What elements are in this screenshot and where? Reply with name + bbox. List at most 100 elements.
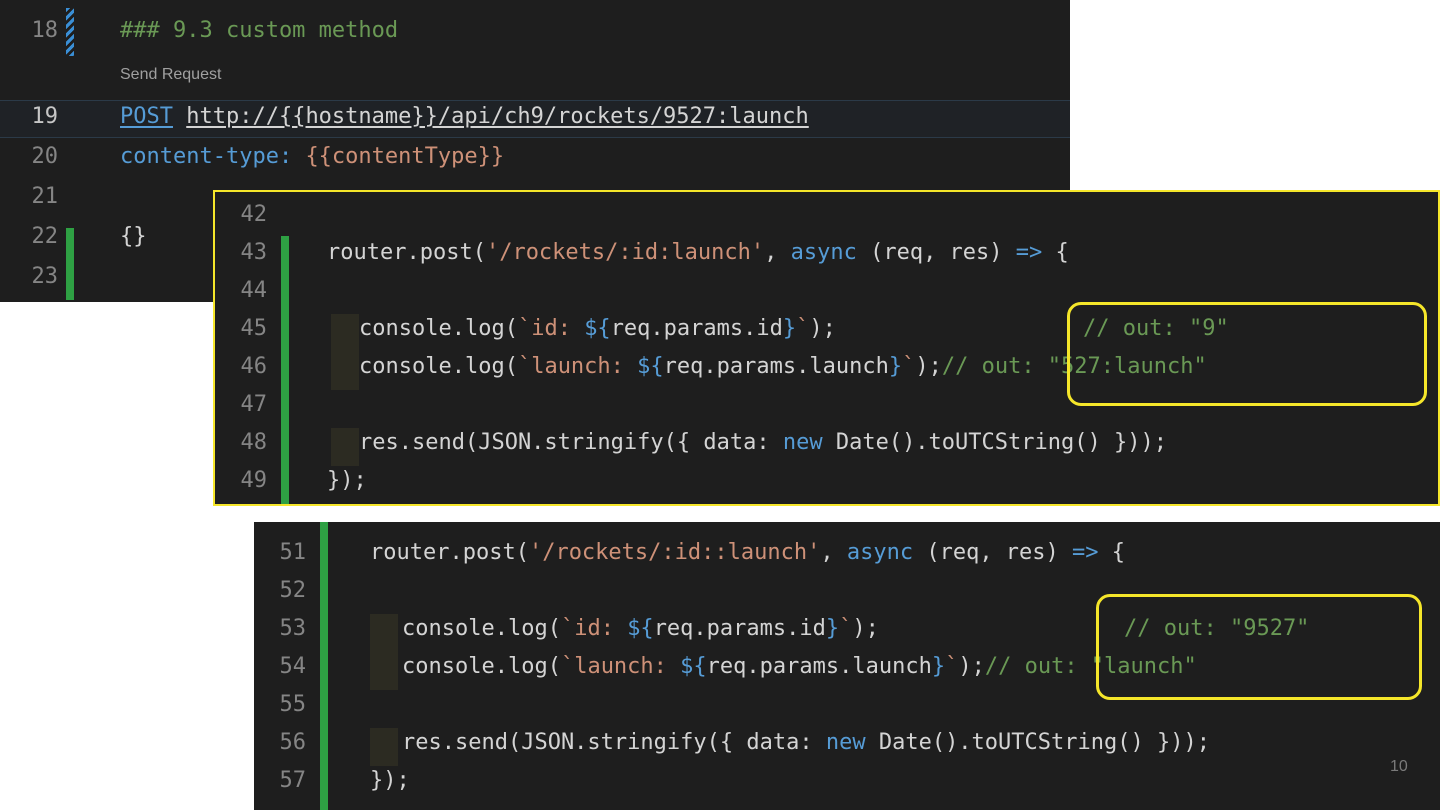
- interpolation-open: ${: [680, 654, 707, 679]
- http-method: POST: [120, 104, 173, 129]
- indent-guide: [370, 614, 398, 690]
- output-highlight-box: [1096, 594, 1422, 700]
- code-token: console.log(: [402, 654, 561, 679]
- keyword: new: [825, 730, 866, 755]
- output-highlight-box: [1067, 302, 1427, 406]
- code-token: );: [958, 654, 985, 679]
- interpolation-close: }: [782, 316, 797, 341]
- code-token: res.send(JSON.stringify({ data:: [359, 430, 783, 455]
- indent-guide: [331, 428, 359, 466]
- line-number: 55: [279, 692, 307, 717]
- line-number: 48: [240, 430, 268, 455]
- code-token: console.log(: [359, 316, 518, 341]
- line-number: 56: [279, 730, 307, 755]
- line-number: 21: [31, 184, 59, 209]
- interpolation-open: ${: [627, 616, 654, 641]
- keyword: new: [782, 430, 823, 455]
- code-token: {: [1098, 540, 1126, 565]
- template-string: `: [945, 654, 959, 679]
- line-number: 54: [279, 654, 307, 679]
- code-token: req.params.launch: [663, 354, 889, 379]
- code-line: res.send(JSON.stringify({ data: new Date…: [359, 430, 1167, 455]
- interpolation-open: ${: [637, 354, 664, 379]
- modified-bar: [66, 228, 74, 300]
- line-number: 52: [279, 578, 307, 603]
- request-url[interactable]: http://{{hostname}}/api/ch9/rockets/9527…: [186, 104, 809, 129]
- template-string: `id:: [517, 316, 585, 341]
- code-token: );: [915, 354, 942, 379]
- code-line: res.send(JSON.stringify({ data: new Date…: [402, 730, 1210, 755]
- code-line: console.log(`launch: ${req.params.launch…: [402, 654, 1197, 679]
- slide-number: 10: [1390, 758, 1408, 775]
- interpolation-close: }: [888, 354, 903, 379]
- line-number: 20: [31, 144, 59, 169]
- code-token: res.send(JSON.stringify({ data:: [402, 730, 826, 755]
- interpolation-close: }: [931, 654, 946, 679]
- indent-guide: [370, 728, 398, 766]
- code-token: Date().toUTCString() }));: [822, 430, 1167, 455]
- line-number: 19: [31, 104, 59, 129]
- line-number: 53: [279, 616, 307, 641]
- template-string: `: [902, 354, 916, 379]
- line-number: 44: [240, 278, 268, 303]
- line-number: 57: [279, 768, 307, 793]
- code-panel-double-colon: 51 router.post('/rockets/:id::launch', a…: [254, 522, 1440, 810]
- arrow-operator: =>: [1015, 240, 1043, 265]
- keyword: async: [846, 540, 914, 565]
- line-number: 49: [240, 468, 268, 493]
- route-path-string: '/rockets/:id:launch': [485, 240, 765, 265]
- arrow-operator: =>: [1072, 540, 1099, 565]
- template-string: `: [796, 316, 810, 341]
- line-number: 42: [240, 202, 268, 227]
- code-token: router.post(: [327, 240, 486, 265]
- code-line: router.post('/rockets/:id::launch', asyn…: [370, 540, 1125, 565]
- line-number: 23: [31, 264, 59, 289]
- modified-bar: [281, 236, 289, 504]
- template-string: `launch:: [517, 354, 638, 379]
- indent-guide: [331, 314, 359, 390]
- request-title-comment: ### 9.3 custom method: [120, 18, 399, 43]
- code-line: router.post('/rockets/:id:launch', async…: [327, 240, 1069, 265]
- code-token: {: [1042, 240, 1069, 265]
- line-number: 43: [240, 240, 268, 265]
- header-line: content-type: {{contentType}}: [120, 144, 504, 169]
- code-token: console.log(: [359, 354, 518, 379]
- header-value: {{contentType}}: [305, 144, 505, 169]
- code-token: router.post(: [370, 540, 529, 565]
- code-panel-single-colon: 42 43 router.post('/rockets/:id:launch',…: [213, 190, 1440, 506]
- route-path-string: '/rockets/:id::launch': [528, 540, 821, 565]
- code-token: req.params.id: [653, 616, 826, 641]
- request-line: POST http://{{hostname}}/api/ch9/rockets…: [120, 104, 809, 129]
- code-token: (req, res): [913, 540, 1073, 565]
- interpolation-close: }: [825, 616, 840, 641]
- line-number: 22: [31, 224, 59, 249]
- code-token: console.log(: [402, 616, 561, 641]
- template-string: `id:: [560, 616, 628, 641]
- code-token: req.params.id: [610, 316, 783, 341]
- code-line: });: [327, 468, 367, 493]
- code-token: );: [852, 616, 879, 641]
- code-line: });: [370, 768, 410, 793]
- code-token: req.params.launch: [706, 654, 932, 679]
- template-string: `: [839, 616, 853, 641]
- line-number: 46: [240, 354, 268, 379]
- keyword: async: [790, 240, 857, 265]
- header-key: content-type:: [120, 144, 293, 169]
- code-line: console.log(`id: ${req.params.id}`);: [402, 616, 879, 641]
- code-token: ,: [764, 240, 791, 265]
- code-token: ,: [820, 540, 847, 565]
- modified-hatch-marker: [66, 8, 74, 56]
- code-token: Date().toUTCString() }));: [865, 730, 1210, 755]
- modified-bar: [320, 522, 328, 810]
- line-number: 45: [240, 316, 268, 341]
- send-request-link[interactable]: Send Request: [120, 66, 221, 84]
- line-number: 18: [31, 18, 59, 43]
- code-line: console.log(`id: ${req.params.id}`);: [359, 316, 836, 341]
- code-token: );: [809, 316, 836, 341]
- template-string: `launch:: [560, 654, 681, 679]
- code-token: (req, res): [856, 240, 1016, 265]
- line-number: 47: [240, 392, 268, 417]
- request-body: {}: [120, 224, 147, 249]
- line-number: 51: [279, 540, 307, 565]
- interpolation-open: ${: [584, 316, 611, 341]
